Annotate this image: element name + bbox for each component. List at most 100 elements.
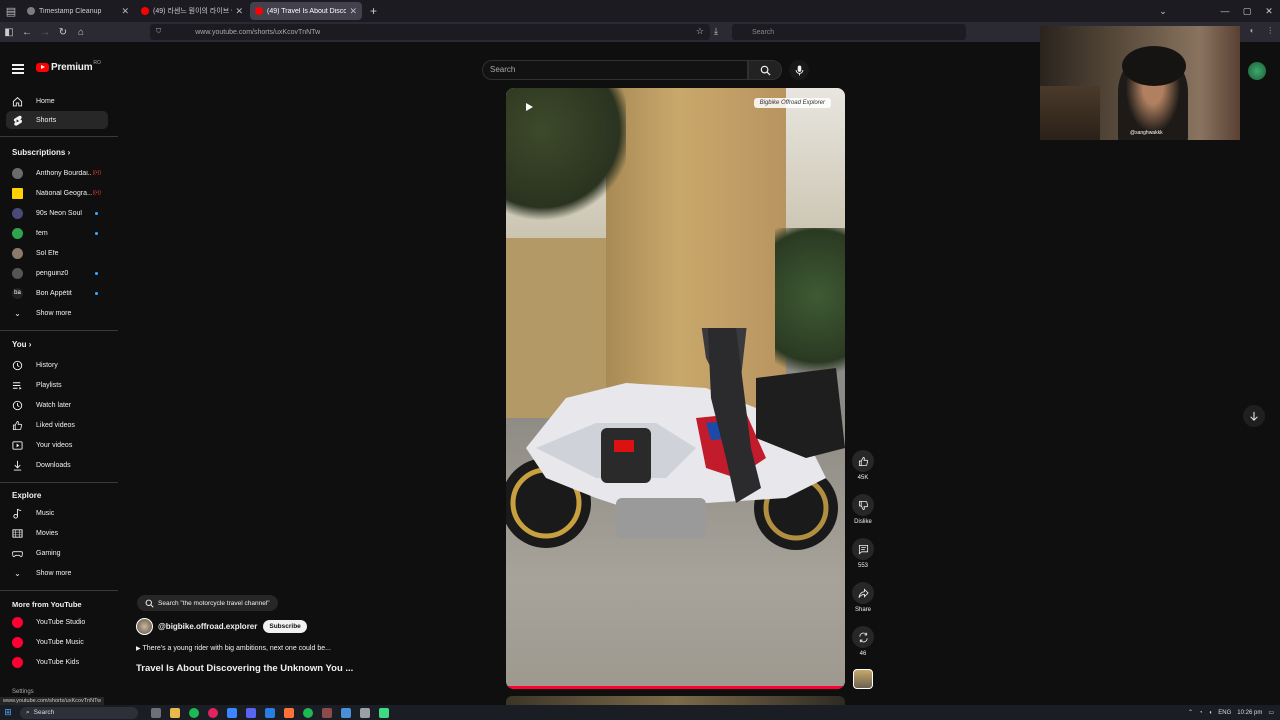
youtube-search-button[interactable] bbox=[748, 60, 782, 80]
sidebar-item-home[interactable]: Home bbox=[6, 92, 108, 110]
suggested-search-pill[interactable]: Search "the motorcycle travel channel" bbox=[137, 595, 278, 611]
tab-list-icon[interactable]: ▤ bbox=[0, 0, 22, 22]
taskbar-search-field[interactable]: ⌕ Search bbox=[20, 706, 138, 719]
tab-1[interactable]: Timestamp Cleanup ✕ bbox=[22, 2, 134, 20]
sidebar-subscription-item[interactable]: Sol Efe bbox=[6, 244, 108, 262]
sidebar-subscription-item[interactable]: penguinz0 bbox=[6, 264, 108, 282]
sound-thumbnail[interactable] bbox=[853, 669, 873, 689]
next-video-button[interactable] bbox=[1243, 405, 1265, 427]
browser-search-field[interactable]: Search bbox=[732, 24, 966, 40]
clock[interactable]: 10:26 pm bbox=[1237, 710, 1262, 716]
sidebar-subscription-item[interactable]: Anthony Bourdai... ((•)) bbox=[6, 164, 108, 182]
channel-avatar[interactable] bbox=[136, 618, 153, 635]
sidebar-item-movies[interactable]: Movies bbox=[6, 524, 108, 542]
bookmark-star-icon[interactable]: ☆ bbox=[696, 26, 704, 37]
sidebar-subscription-item[interactable]: National Geogra... ((•)) bbox=[6, 184, 108, 202]
maximize-icon[interactable]: ▢ bbox=[1236, 6, 1258, 17]
volume-icon[interactable]: ◖ bbox=[1209, 710, 1213, 716]
taskbar-app-icon[interactable] bbox=[302, 707, 313, 718]
sidebar-item-playlists[interactable]: Playlists bbox=[6, 376, 108, 394]
new-tab-icon[interactable]: + bbox=[370, 4, 377, 18]
tab-2[interactable]: (49) 라센느 뭔이의 라이브 ♥ ♥ ✕ bbox=[136, 2, 248, 20]
sidebar-item-watch-later[interactable]: Watch later bbox=[6, 396, 108, 414]
reload-icon[interactable]: ↻ bbox=[54, 27, 72, 38]
language-indicator[interactable]: ENG bbox=[1218, 710, 1231, 716]
taskbar-app-icon[interactable] bbox=[264, 707, 275, 718]
notifications-icon[interactable]: ▭ bbox=[1268, 709, 1274, 716]
sidebar-item-gaming[interactable]: Gaming bbox=[6, 544, 108, 562]
like-button-circle[interactable] bbox=[852, 450, 874, 472]
guide-menu-icon[interactable] bbox=[12, 64, 24, 76]
you-heading-text: You bbox=[12, 340, 27, 349]
sidebar-subscription-item[interactable]: 90s Neon Soul bbox=[6, 204, 108, 222]
sidebar-subscription-item[interactable]: ba Bon Appétit bbox=[6, 284, 108, 302]
sidebar-divider bbox=[0, 482, 118, 483]
taskbar-app-icon[interactable] bbox=[207, 707, 218, 718]
voice-search-button[interactable] bbox=[789, 60, 809, 80]
taskbar-app-icon[interactable] bbox=[226, 707, 237, 718]
taskbar-app-icon[interactable] bbox=[188, 707, 199, 718]
sidebar-item-label: YouTube Music bbox=[36, 638, 84, 646]
subscriptions-heading[interactable]: Subscriptions › bbox=[12, 148, 70, 157]
channel-handle[interactable]: @bigbike.offroad.explorer bbox=[158, 622, 257, 631]
downloads-icon[interactable]: ⤓ bbox=[714, 26, 718, 37]
remix-button[interactable]: 46 bbox=[852, 626, 874, 657]
sidebar-item-settings[interactable]: Settings bbox=[12, 689, 34, 695]
extension-icon[interactable]: ⋮ bbox=[1266, 26, 1274, 56]
sidebar-item-your-videos[interactable]: Your videos bbox=[6, 436, 108, 454]
sidebar-item-youtube-kids[interactable]: YouTube Kids bbox=[6, 653, 108, 671]
sidebar-item-history[interactable]: History bbox=[6, 356, 108, 374]
sidebar-item-music[interactable]: Music bbox=[6, 504, 108, 522]
shorts-video-player[interactable]: Bigbike Offroad Explorer bbox=[506, 88, 845, 689]
you-heading[interactable]: You › bbox=[12, 340, 31, 349]
comments-button[interactable]: 553 bbox=[852, 538, 874, 569]
taskbar-app-icon[interactable] bbox=[359, 707, 370, 718]
home-icon[interactable]: ⌂ bbox=[72, 27, 90, 38]
close-tab-icon[interactable]: ✕ bbox=[349, 6, 357, 17]
video-progress-bar[interactable] bbox=[506, 686, 845, 689]
sidebar-subscription-item[interactable]: fem bbox=[6, 224, 108, 242]
taskbar-app-icon[interactable] bbox=[340, 707, 351, 718]
sidebar-item-downloads[interactable]: Downloads bbox=[6, 456, 108, 474]
wifi-icon[interactable]: ◔ bbox=[1199, 710, 1203, 716]
account-avatar[interactable] bbox=[1248, 62, 1266, 80]
forward-icon[interactable]: → bbox=[36, 27, 54, 38]
sidebar-item-youtube-studio[interactable]: YouTube Studio bbox=[6, 613, 108, 631]
comments-button-circle[interactable] bbox=[852, 538, 874, 560]
close-tab-icon[interactable]: ✕ bbox=[121, 6, 129, 17]
like-button[interactable]: 45K bbox=[852, 450, 874, 481]
remix-button-circle[interactable] bbox=[852, 626, 874, 648]
share-button-circle[interactable] bbox=[852, 582, 874, 604]
sidebar-item-liked-videos[interactable]: Liked videos bbox=[6, 416, 108, 434]
taskbar-app-icon[interactable] bbox=[283, 707, 294, 718]
taskbar-app-icon[interactable] bbox=[245, 707, 256, 718]
taskbar-app-icon[interactable] bbox=[378, 707, 389, 718]
list-all-tabs-icon[interactable]: ⌄ bbox=[1152, 6, 1174, 17]
video-description[interactable]: ▶ There's a young rider with big ambitio… bbox=[136, 645, 331, 652]
dislike-button[interactable]: Dislike bbox=[852, 494, 874, 525]
minimize-icon[interactable]: — bbox=[1214, 6, 1236, 16]
dislike-button-circle[interactable] bbox=[852, 494, 874, 516]
show-more-subscriptions[interactable]: ⌄ Show more bbox=[6, 304, 108, 322]
video-title[interactable]: Travel Is About Discovering the Unknown … bbox=[136, 663, 353, 674]
sidebar-item-youtube-music[interactable]: YouTube Music bbox=[6, 633, 108, 651]
back-icon[interactable]: ← bbox=[18, 27, 36, 38]
url-bar[interactable]: ⛉ www.youtube.com/shorts/uxKcovTnNTw ☆ bbox=[150, 24, 710, 40]
play-icon[interactable] bbox=[524, 102, 534, 112]
tray-chevron-icon[interactable]: ⌃ bbox=[1188, 709, 1193, 716]
close-window-icon[interactable]: ✕ bbox=[1258, 6, 1280, 17]
taskbar-app-icon[interactable] bbox=[321, 707, 332, 718]
youtube-premium-logo[interactable]: Premium RO bbox=[36, 60, 101, 73]
sidebar-toggle-icon[interactable]: ◧ bbox=[0, 27, 18, 38]
taskbar-app-icon[interactable] bbox=[150, 707, 161, 718]
extension-icon[interactable]: ◐ bbox=[1250, 26, 1255, 56]
windows-start-icon[interactable]: ⊞ bbox=[0, 707, 16, 718]
tab-3-active[interactable]: (49) Travel Is About Discovering ✕ bbox=[250, 2, 362, 20]
sidebar-item-shorts[interactable]: Shorts bbox=[6, 111, 108, 129]
taskbar-app-icon[interactable] bbox=[169, 707, 180, 718]
youtube-search-input[interactable]: Search bbox=[482, 60, 748, 80]
show-more-explore[interactable]: ⌄ Show more bbox=[6, 564, 108, 582]
share-button[interactable]: Share bbox=[852, 582, 874, 613]
close-tab-icon[interactable]: ✕ bbox=[235, 6, 243, 17]
subscribe-button[interactable]: Subscribe bbox=[263, 620, 307, 633]
